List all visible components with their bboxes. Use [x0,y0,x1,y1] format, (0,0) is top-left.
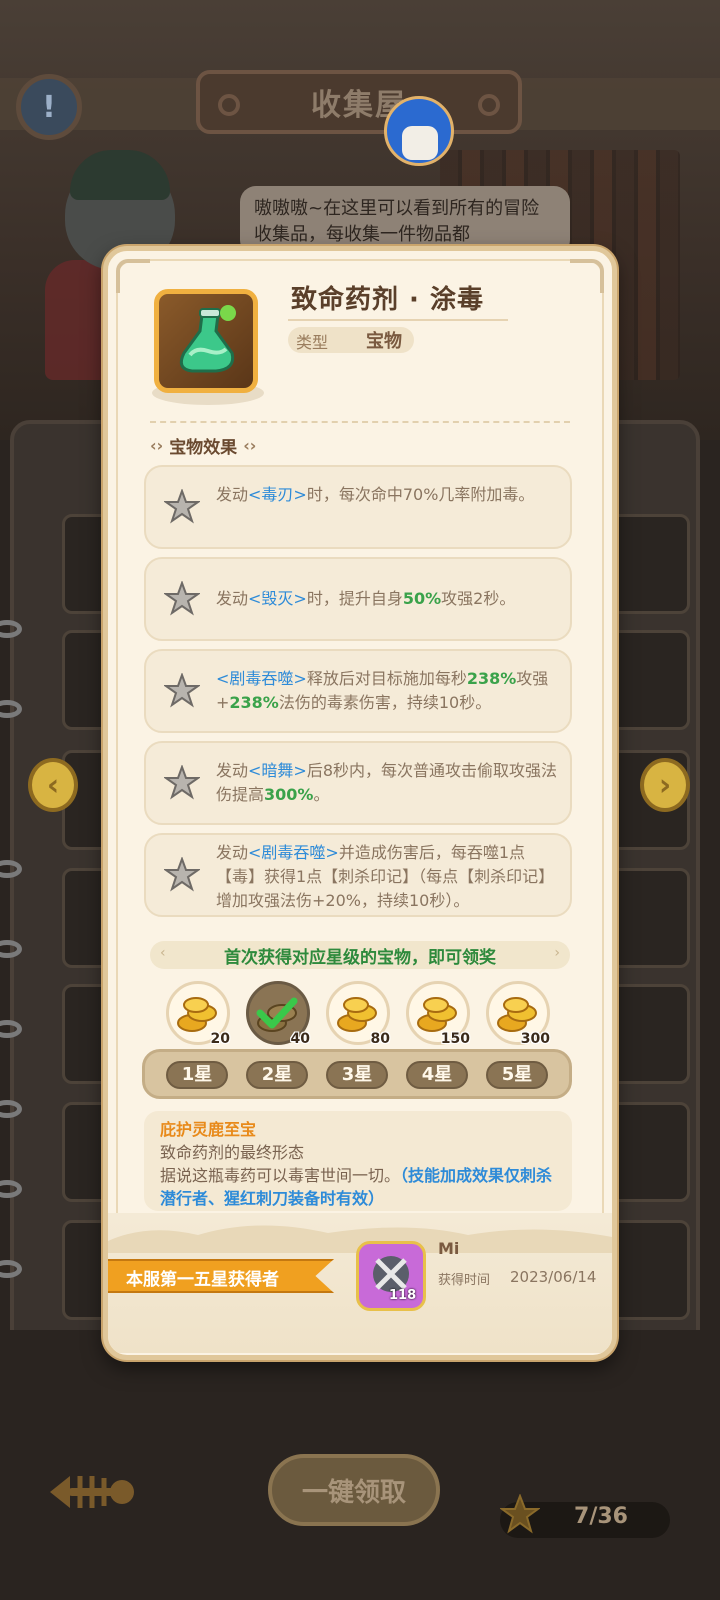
reward-tier-2[interactable]: 40 [246,981,312,1051]
chevron-left-icon: ‹› [150,435,164,455]
item-description: 庇护灵鹿至宝 致命药剂的最终形态 据说这瓶毒药可以毒害世间一切。（技能加成效果仅… [144,1111,572,1211]
corner-ornament [570,259,604,293]
reward-amount: 300 [520,1031,550,1047]
effect-row: 发动<毒刃>时，每次命中70%几率附加毒。 [144,465,572,549]
claim-all-label: 一键领取 [301,1477,406,1508]
next-page-arrow[interactable]: › [640,758,690,812]
description-title: 庇护灵鹿至宝 [160,1120,257,1139]
previous-page-arrow[interactable]: ‹ [28,758,78,812]
exclamation-icon: ! [42,89,56,125]
effect-row: 发动<剧毒吞噬>并造成伤害后，每吞噬1点【毒】获得1点【刺杀印记】（每点【刺杀印… [144,833,572,917]
coin-stack-icon [337,997,377,1032]
star-tier-label: 5星 [486,1061,548,1089]
reward-tier-3[interactable]: 80 [326,981,392,1051]
description-line: 据说这瓶毒药可以毒害世间一切。（技能加成效果仅刺杀潜行者、猩红刺刀装备时有效） [160,1166,553,1208]
type-value: 宝物 [366,331,402,352]
item-detail-modal: 致命药剂 · 涂毒 类型 宝物 ‹› 宝物效果 ‹› 发动<毒刃>时，每次命中7… [103,246,617,1360]
page-title-banner: 收集屋 [196,70,522,134]
player-name: Mi [438,1239,460,1258]
star-icon [164,581,200,616]
progress-text: 7/36 [574,1504,628,1529]
claim-all-button[interactable]: 一键领取 [268,1454,440,1526]
effect-text: 发动<毒刃>时，每次命中70%几率附加毒。 [216,485,535,504]
corner-ornament [116,259,150,293]
star-tier-label: 3星 [326,1061,388,1089]
swirl-icon [478,94,500,116]
first-owner-banner: 本服第一五星获得者 [108,1259,334,1293]
chevron-right-icon: › [554,945,560,961]
star-tier-label: 2星 [246,1061,308,1089]
guide-avatar [384,96,458,186]
star-tier-label: 1星 [166,1061,228,1089]
obtained-time-label: 获得时间 [438,1273,491,1288]
effect-row: 发动<毁灭>时，提升自身50%攻强2秒。 [144,557,572,641]
coin-stack-icon [497,997,537,1032]
reward-amount: 40 [290,1031,310,1047]
player-avatar[interactable]: 118 [356,1241,426,1311]
reward-amount: 150 [440,1031,470,1047]
effect-row: <剧毒吞噬>释放后对目标施加每秒238%攻强+238%法伤的毒素伤害，持续10秒… [144,649,572,733]
item-type-row: 类型 宝物 [288,327,414,353]
description-line: 致命药剂的最终形态 [160,1143,305,1162]
reward-amount: 20 [210,1031,230,1047]
swirl-icon [218,94,240,116]
reward-tier-1[interactable]: 20 [166,981,232,1051]
effect-text: 发动<毁灭>时，提升自身50%攻强2秒。 [216,589,516,608]
reward-info-banner: ‹ 首次获得对应星级的宝物，即可领奖 › [150,941,570,969]
obtained-date: 2023/06/14 [510,1268,597,1286]
first-owner-footer: 本服第一五星获得者 118 Mi 获得时间 2023/06/14 [108,1213,612,1353]
star-icon [164,857,200,892]
effect-text: <剧毒吞噬>释放后对目标施加每秒238%攻强+238%法伤的毒素伤害，持续10秒… [216,669,549,712]
checkmark-icon [256,997,298,1029]
chevron-right-icon: ‹› [243,435,257,455]
player-level: 118 [389,1288,417,1303]
effect-text: 发动<剧毒吞噬>并造成伤害后，每吞噬1点【毒】获得1点【刺杀印记】（每点【刺杀印… [216,843,555,910]
collection-progress: 7/36 [500,1494,670,1538]
reward-tier-5[interactable]: 300 [486,981,552,1051]
info-button[interactable]: ! [16,74,82,140]
poison-potion-icon [179,305,236,373]
reward-amount: 80 [370,1031,390,1047]
first-owner-label: 本服第一五星获得者 [126,1270,279,1290]
star-tier-label: 4星 [406,1061,468,1089]
coin-stack-icon [177,997,217,1032]
type-label: 类型 [296,333,329,352]
star-icon [164,673,200,708]
star-icon [164,765,200,800]
item-name: 致命药剂 · 涂毒 [291,285,484,315]
fishbone-icon[interactable] [40,1460,136,1524]
effect-text: 发动<暗舞>后8秒内，每次普通攻击偷取攻强法伤提高300%。 [216,761,558,804]
star-icon [500,1494,540,1534]
effects-section-title: 宝物效果 [169,437,238,458]
reward-info-text: 首次获得对应星级的宝物，即可领奖 [224,948,496,968]
effects-section-header: ‹› 宝物效果 ‹› [150,431,300,459]
star-icon [164,489,200,524]
coin-stack-icon [417,997,457,1032]
reward-tier-4[interactable]: 150 [406,981,472,1051]
effect-row: 发动<暗舞>后8秒内，每次普通攻击偷取攻强法伤提高300%。 [144,741,572,825]
item-icon-frame [154,289,258,393]
